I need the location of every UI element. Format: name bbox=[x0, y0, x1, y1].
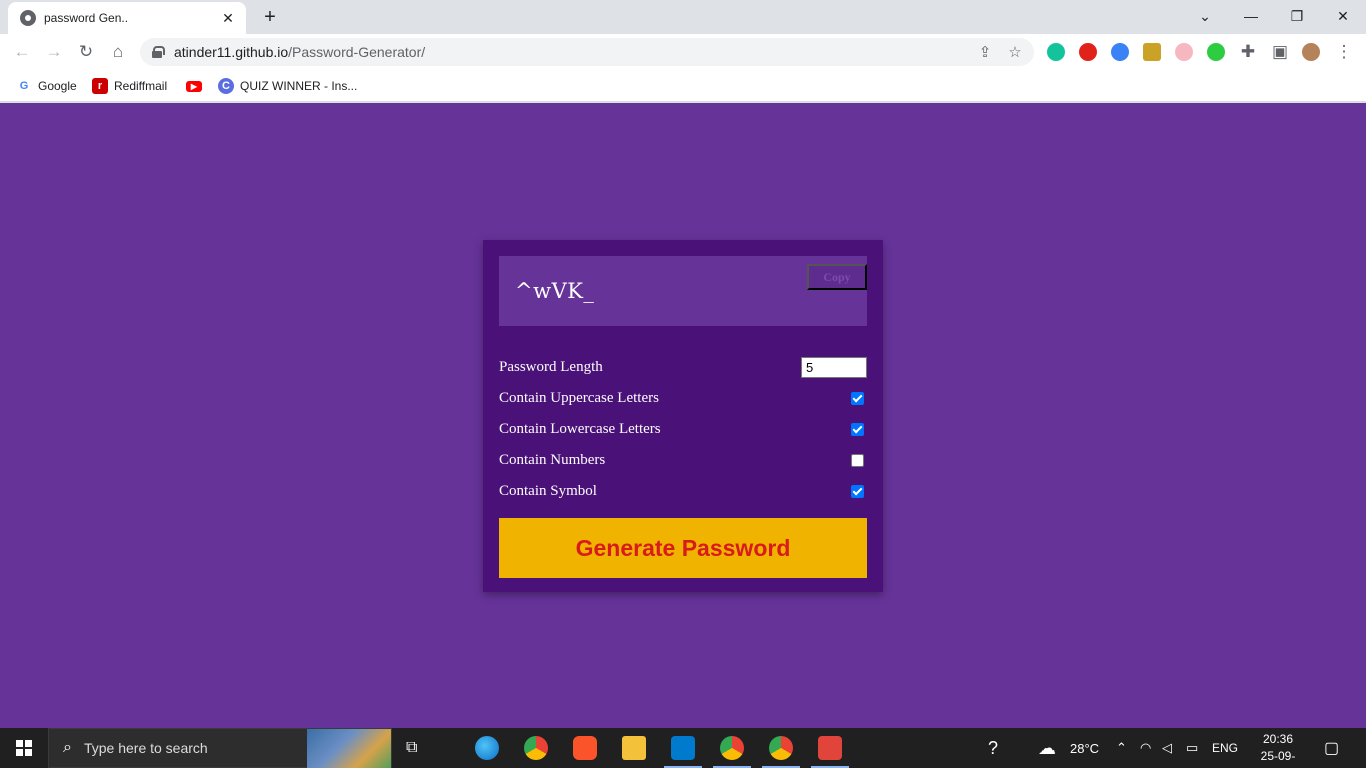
start-button[interactable] bbox=[0, 728, 48, 768]
url-path: /Password-Generator/ bbox=[288, 44, 426, 60]
length-label: Password Length bbox=[499, 359, 603, 375]
length-input[interactable] bbox=[801, 357, 867, 378]
tab-search-icon[interactable]: ⌄ bbox=[1182, 0, 1228, 32]
password-result-box: ^wVK_ Copy bbox=[499, 256, 867, 326]
uppercase-label: Contain Uppercase Letters bbox=[499, 390, 659, 406]
windows-taskbar: ⌕ Type here to search ⧉ ? ☁ 28°C ⌃ ◠ ◁ ▭… bbox=[0, 728, 1366, 768]
clock-time: 20:36 bbox=[1262, 732, 1294, 746]
clock-date: 25-09-2022 bbox=[1260, 749, 1296, 768]
temperature[interactable]: 28°C bbox=[1070, 728, 1099, 768]
bookmark-youtube[interactable]: ▶ bbox=[186, 76, 208, 96]
edge-icon[interactable] bbox=[475, 736, 499, 760]
checkmark-extension-icon[interactable] bbox=[1111, 43, 1129, 61]
volume-icon[interactable]: ◁ bbox=[1162, 728, 1172, 768]
forward-icon[interactable]: → bbox=[42, 40, 66, 64]
setting-uppercase: Contain Uppercase Letters bbox=[499, 383, 867, 414]
google-icon: G bbox=[19, 80, 29, 92]
search-icon: ⌕ bbox=[63, 739, 72, 756]
back-icon[interactable]: ← bbox=[10, 40, 34, 64]
show-hidden-icons-icon[interactable]: ⌃ bbox=[1116, 728, 1127, 768]
share-icon[interactable]: ⇪ bbox=[976, 43, 994, 61]
globe-icon bbox=[20, 10, 36, 26]
taskbar-search[interactable]: ⌕ Type here to search bbox=[48, 728, 392, 768]
chrome-icon[interactable] bbox=[524, 736, 548, 760]
restore-button[interactable]: ❐ bbox=[1274, 0, 1320, 32]
password-generator-card: ^wVK_ Copy Password Length Contain Upper… bbox=[483, 240, 883, 592]
search-highlight-image bbox=[307, 729, 391, 768]
lock-icon[interactable] bbox=[152, 46, 165, 58]
setting-length: Password Length bbox=[499, 352, 867, 383]
search-placeholder: Type here to search bbox=[83, 740, 208, 756]
youtube-icon: ▶ bbox=[186, 80, 202, 92]
setting-symbol: Contain Symbol bbox=[499, 476, 867, 507]
numbers-label: Contain Numbers bbox=[499, 452, 606, 468]
chat-extension-icon[interactable] bbox=[1207, 43, 1225, 61]
task-view-icon[interactable]: ⧉ bbox=[406, 728, 417, 768]
bookmark-google[interactable]: G Google bbox=[16, 76, 77, 96]
generated-password: ^wVK_ bbox=[515, 279, 595, 303]
weather-icon[interactable]: ☁ bbox=[1038, 728, 1056, 768]
numbers-checkbox[interactable] bbox=[851, 454, 864, 467]
close-tab-icon[interactable]: ✕ bbox=[220, 10, 236, 27]
settings-panel: Password Length Contain Uppercase Letter… bbox=[499, 352, 867, 507]
bookmarks-bar: G Google r Rediffmail ▶ C QUIZ WINNER - … bbox=[0, 70, 1366, 102]
uppercase-checkbox[interactable] bbox=[851, 392, 864, 405]
setting-numbers: Contain Numbers bbox=[499, 445, 867, 476]
bookmark-rediffmail[interactable]: r Rediffmail bbox=[92, 76, 167, 96]
snipping-tool-icon[interactable] bbox=[818, 736, 842, 760]
tab-strip: password Gen.. ✕ + ⌄ — ❐ ✕ bbox=[0, 0, 1366, 34]
chrome-profile-a-icon[interactable] bbox=[720, 736, 744, 760]
page-background: ^wVK_ Copy Password Length Contain Upper… bbox=[0, 103, 1366, 728]
copy-button[interactable]: Copy bbox=[807, 264, 867, 290]
bookmark-label: Rediffmail bbox=[114, 79, 168, 93]
chrome-profile-b-icon[interactable] bbox=[769, 736, 793, 760]
plant-extension-icon[interactable] bbox=[1143, 43, 1161, 61]
tab-password-generator[interactable]: password Gen.. ✕ bbox=[8, 2, 246, 34]
side-panel-icon[interactable]: ▣ bbox=[1268, 40, 1292, 64]
tab-title: password Gen.. bbox=[44, 11, 129, 25]
url-host: atinder11.github.io bbox=[174, 44, 289, 60]
menu-kebab-icon[interactable]: ⋮ bbox=[1332, 40, 1356, 64]
address-bar[interactable]: atinder11.github.io /Password-Generator/… bbox=[140, 38, 1034, 66]
battery-icon[interactable]: ▭ bbox=[1186, 728, 1198, 768]
close-window-button[interactable]: ✕ bbox=[1320, 0, 1366, 32]
grammarly-extension-icon[interactable] bbox=[1047, 43, 1065, 61]
browser-toolbar: ← → ↻ ⌂ atinder11.github.io /Password-Ge… bbox=[0, 34, 1366, 70]
reload-icon[interactable]: ↻ bbox=[74, 40, 98, 64]
help-icon[interactable]: ? bbox=[988, 728, 998, 768]
profile-avatar[interactable] bbox=[1302, 43, 1320, 61]
donut-extension-icon[interactable] bbox=[1175, 43, 1193, 61]
extensions-puzzle-icon[interactable]: ✚ bbox=[1236, 40, 1260, 64]
brave-icon[interactable] bbox=[573, 736, 597, 760]
notifications-icon[interactable]: ▢ bbox=[1324, 728, 1339, 768]
home-icon[interactable]: ⌂ bbox=[106, 40, 130, 64]
quiz-winner-icon: C bbox=[218, 78, 234, 94]
bookmark-label: QUIZ WINNER - Ins... bbox=[240, 79, 358, 93]
bookmark-star-icon[interactable]: ☆ bbox=[1006, 43, 1024, 61]
bookmark-label: Google bbox=[38, 79, 77, 93]
wifi-icon[interactable]: ◠ bbox=[1140, 728, 1151, 768]
clock[interactable]: 20:36 25-09-2022 bbox=[1250, 731, 1306, 768]
language-indicator[interactable]: ENG bbox=[1212, 728, 1238, 768]
minimize-button[interactable]: — bbox=[1228, 0, 1274, 32]
symbol-checkbox[interactable] bbox=[851, 485, 864, 498]
adblock-extension-icon[interactable] bbox=[1079, 43, 1097, 61]
generate-password-button[interactable]: Generate Password bbox=[499, 518, 867, 578]
lowercase-checkbox[interactable] bbox=[851, 423, 864, 436]
rediffmail-icon: r bbox=[92, 78, 108, 94]
vscode-icon[interactable] bbox=[671, 736, 695, 760]
new-tab-button[interactable]: + bbox=[256, 5, 284, 29]
setting-lowercase: Contain Lowercase Letters bbox=[499, 414, 867, 445]
file-explorer-icon[interactable] bbox=[622, 736, 646, 760]
windows-logo-icon bbox=[16, 740, 32, 756]
lowercase-label: Contain Lowercase Letters bbox=[499, 421, 661, 437]
bookmark-quiz-winner[interactable]: C QUIZ WINNER - Ins... bbox=[218, 76, 357, 96]
symbol-label: Contain Symbol bbox=[499, 483, 597, 499]
